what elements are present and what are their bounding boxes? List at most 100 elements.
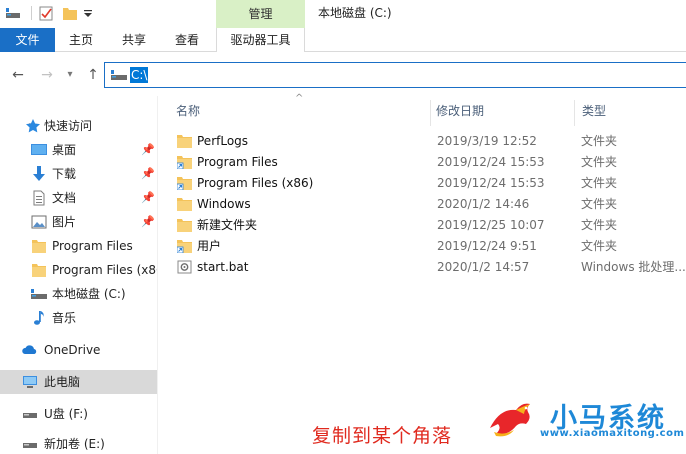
- sidebar-item-this-pc[interactable]: 此电脑: [0, 370, 158, 394]
- table-row[interactable]: Windows 2020/1/2 14:46 文件夹: [172, 194, 686, 215]
- table-row[interactable]: Program Files (x86) 2019/12/24 15:53 文件夹: [172, 173, 686, 194]
- sidebar-item-downloads[interactable]: 下载 📌: [0, 162, 158, 186]
- sidebar-item-documents[interactable]: 文档 📌: [0, 186, 158, 210]
- file-date: 2020/1/2 14:46: [437, 197, 530, 211]
- sidebar-item-quick-access[interactable]: ▾ 快速访问: [0, 114, 158, 138]
- window-title: 本地磁盘 (C:): [318, 6, 392, 20]
- sidebar-item-label: 快速访问: [44, 119, 93, 133]
- tab-home[interactable]: 主页: [58, 28, 104, 52]
- annotation-caption: 复制到某个角落: [312, 425, 453, 447]
- file-date: 2019/3/19 12:52: [437, 134, 537, 148]
- drive-icon: [23, 443, 37, 448]
- sidebar-item-label: 此电脑: [44, 375, 81, 389]
- picture-icon: [31, 215, 47, 229]
- file-date: 2019/12/24 15:53: [437, 176, 545, 190]
- desktop-icon: [31, 144, 47, 155]
- new-folder-icon[interactable]: [62, 5, 78, 21]
- sidebar-item-onedrive[interactable]: OneDrive: [0, 338, 158, 362]
- horse-logo-icon: [490, 403, 530, 437]
- file-name: PerfLogs: [197, 134, 249, 148]
- computer-icon: [23, 376, 37, 388]
- folder-icon: [177, 219, 192, 232]
- file-date: 2019/12/24 15:53: [437, 155, 545, 169]
- title-bar: 管理 本地磁盘 (C:): [0, 0, 686, 28]
- folder-shortcut-icon: [177, 240, 192, 253]
- watermark-logo: 小马系统 www.xiaomaxitong.com: [486, 396, 686, 454]
- sort-ascending-icon: ^: [295, 93, 304, 104]
- sidebar-item-label: U盘 (F:): [44, 407, 88, 421]
- back-arrow-icon[interactable]: ←: [9, 67, 27, 83]
- column-divider[interactable]: [574, 100, 575, 126]
- file-name: Program Files (x86): [197, 176, 314, 190]
- address-bar[interactable]: C:\: [104, 62, 686, 88]
- folder-icon: [177, 135, 192, 148]
- sidebar-item-label: Program Files: [52, 239, 133, 253]
- file-name: Windows: [197, 197, 251, 211]
- file-date: 2019/12/24 9:51: [437, 239, 537, 253]
- column-header-type[interactable]: 类型: [582, 96, 606, 126]
- file-type: 文件夹: [581, 239, 618, 253]
- sidebar-item-program-files-x86[interactable]: Program Files (x86): [0, 258, 158, 282]
- tab-view[interactable]: 查看: [165, 28, 209, 52]
- file-name: Program Files: [197, 155, 278, 169]
- sidebar-item-label: 本地磁盘 (C:): [52, 287, 126, 301]
- customize-toolbar-icon[interactable]: [82, 5, 94, 21]
- pin-icon[interactable]: 📌: [141, 210, 155, 234]
- folder-icon: [32, 264, 46, 277]
- pin-icon[interactable]: 📌: [141, 138, 155, 162]
- tab-share[interactable]: 共享: [112, 28, 156, 52]
- file-type: 文件夹: [581, 155, 618, 169]
- tab-file[interactable]: 文件: [0, 28, 55, 52]
- drive-icon[interactable]: [5, 5, 21, 21]
- table-row[interactable]: 用户 2019/12/24 9:51 文件夹: [172, 236, 686, 257]
- manage-tab[interactable]: 管理: [216, 0, 305, 28]
- download-icon: [33, 166, 45, 181]
- sidebar-item-label: 文档: [52, 191, 77, 205]
- folder-icon: [177, 198, 192, 211]
- sidebar-item-usb-drive[interactable]: U盘 (F:): [0, 402, 158, 426]
- sidebar-item-label: 音乐: [52, 311, 77, 325]
- address-path[interactable]: C:\: [130, 67, 149, 83]
- usb-drive-icon: [23, 413, 37, 418]
- column-header-date[interactable]: 修改日期: [436, 96, 484, 126]
- table-row[interactable]: Program Files 2019/12/24 15:53 文件夹: [172, 152, 686, 173]
- file-type: 文件夹: [581, 134, 618, 148]
- navigation-pane: ▾ 快速访问 桌面 📌 下载 📌 文档 📌: [0, 96, 158, 454]
- pin-icon[interactable]: 📌: [141, 186, 155, 210]
- file-type: 文件夹: [581, 197, 618, 211]
- tab-drive-tools[interactable]: 驱动器工具: [216, 28, 305, 52]
- sidebar-item-label: 图片: [52, 215, 77, 229]
- pin-icon[interactable]: 📌: [141, 162, 155, 186]
- recent-locations-chevron-icon[interactable]: ▾: [64, 67, 76, 83]
- table-row[interactable]: PerfLogs 2019/3/19 12:52 文件夹: [172, 131, 686, 152]
- properties-icon[interactable]: [38, 5, 54, 21]
- file-name: 新建文件夹: [197, 218, 258, 232]
- file-name: start.bat: [197, 260, 249, 274]
- column-header-name[interactable]: 名称: [176, 96, 200, 126]
- file-type: 文件夹: [581, 218, 618, 232]
- folder-icon: [32, 240, 46, 253]
- file-type: 文件夹: [581, 176, 618, 190]
- logo-url: www.xiaomaxitong.com: [540, 428, 685, 439]
- sidebar-item-label: OneDrive: [44, 343, 101, 357]
- sidebar-item-new-volume[interactable]: 新加卷 (E:): [0, 432, 158, 454]
- drive-icon: [111, 70, 127, 80]
- table-row[interactable]: 新建文件夹 2019/12/25 10:07 文件夹: [172, 215, 686, 236]
- file-date: 2020/1/2 14:57: [437, 260, 530, 274]
- sidebar-item-program-files[interactable]: Program Files: [0, 234, 158, 258]
- sidebar-item-label: 新加卷 (E:): [44, 437, 105, 451]
- up-arrow-icon[interactable]: ↑: [84, 67, 102, 83]
- sidebar-item-pictures[interactable]: 图片 📌: [0, 210, 158, 234]
- sidebar-item-label: Program Files (x86): [52, 263, 158, 277]
- sidebar-item-local-disk-c[interactable]: 本地磁盘 (C:): [0, 282, 158, 306]
- ribbon-tabs: 文件 主页 共享 查看 驱动器工具: [0, 28, 686, 52]
- navigation-bar: ← → ▾ ↑ C:\: [0, 52, 686, 96]
- forward-arrow-icon[interactable]: →: [38, 67, 56, 83]
- column-divider[interactable]: [430, 100, 431, 126]
- table-row[interactable]: start.bat 2020/1/2 14:57 Windows 批处理...: [172, 257, 686, 278]
- star-icon: [26, 119, 40, 133]
- sidebar-item-music[interactable]: 音乐: [0, 306, 158, 330]
- drive-icon: [31, 289, 47, 299]
- file-date: 2019/12/25 10:07: [437, 218, 545, 232]
- sidebar-item-desktop[interactable]: 桌面 📌: [0, 138, 158, 162]
